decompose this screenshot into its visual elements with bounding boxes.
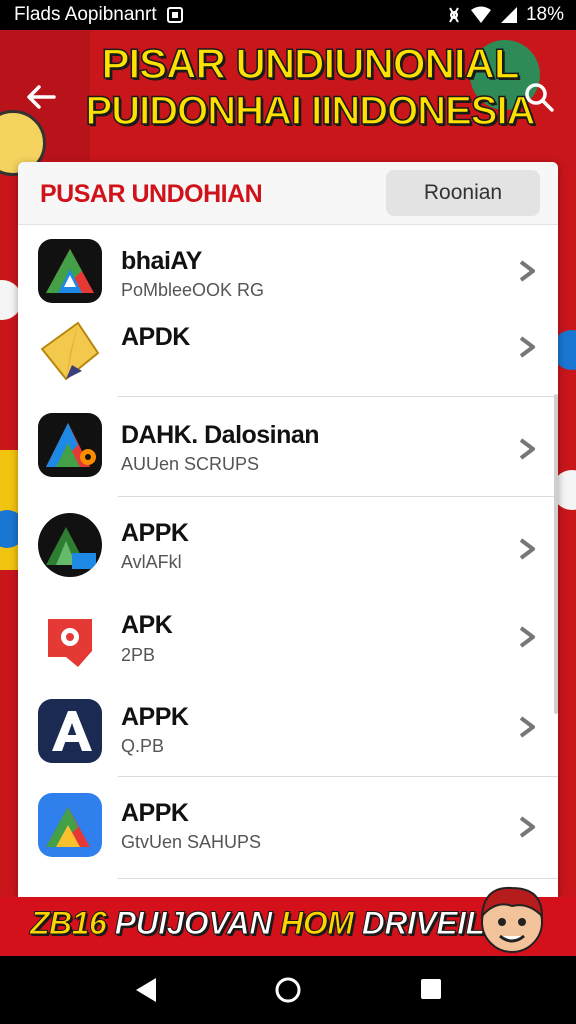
chevron-right-icon bbox=[519, 260, 535, 282]
chevron-right-icon bbox=[519, 716, 535, 738]
chevron-right-icon bbox=[519, 438, 535, 460]
top-app-bar: PISAR UNDIUNONIAL PUIDONHAI IINDONESIA bbox=[0, 30, 576, 160]
list-item[interactable]: APK 2PB bbox=[18, 597, 558, 691]
promo-prefix: ZB16 bbox=[29, 905, 107, 942]
app-subtitle: Q.PB bbox=[121, 736, 165, 756]
list-divider bbox=[118, 878, 558, 879]
battery-level: 18% bbox=[525, 4, 564, 25]
notification-icon bbox=[166, 7, 183, 23]
app-name: APDK bbox=[121, 323, 190, 351]
chevron-right-icon bbox=[519, 538, 535, 560]
nav-home-icon[interactable] bbox=[274, 976, 302, 1004]
list-item[interactable]: bhaiAY PoMbleeOOK RG bbox=[18, 225, 558, 313]
vibrate-icon bbox=[449, 7, 459, 23]
apk-blue-triangle-icon bbox=[38, 793, 102, 857]
mascot-face-icon bbox=[480, 886, 544, 953]
nav-back-icon[interactable] bbox=[134, 976, 160, 1004]
apk-triangle-gear-icon bbox=[38, 413, 102, 477]
app-subtitle: PoMbleeOOK RG bbox=[121, 280, 265, 300]
chevron-right-icon bbox=[519, 336, 535, 358]
app-name: APPK bbox=[121, 519, 189, 547]
app-name: bhaiAY bbox=[121, 247, 202, 275]
status-app-name: Flads Aopibnanrt bbox=[14, 4, 157, 25]
app-name: DAHK. Dalosinan bbox=[121, 421, 320, 449]
headline-line-2: PUIDONHAI IINDONESIA bbox=[85, 89, 536, 135]
chevron-right-icon bbox=[519, 816, 535, 838]
scrollbar[interactable] bbox=[554, 394, 558, 714]
chevron-right-icon bbox=[519, 626, 535, 648]
dialog-title: PUSAR UNDOHIAN bbox=[40, 180, 263, 208]
status-bar: Flads Aopibnanrt 18% bbox=[0, 0, 576, 30]
nav-recents-icon[interactable] bbox=[420, 978, 442, 1000]
page-headline: PISAR UNDIUNONIAL PUIDONHAI IINDONESIA bbox=[80, 39, 540, 135]
promo-part-1: PUIJOVAN bbox=[106, 905, 281, 942]
app-subtitle: AvlAFkl bbox=[121, 552, 182, 572]
signal-icon bbox=[500, 7, 517, 23]
app-subtitle: AUUen SCRUPS bbox=[121, 454, 260, 474]
red-pin-icon bbox=[38, 611, 102, 675]
list-item[interactable]: APPK AvlAFkl bbox=[18, 497, 558, 597]
system-nav-bar bbox=[0, 956, 576, 1024]
app-name: APPK bbox=[121, 703, 189, 731]
list-item[interactable]: APPK Q.PB bbox=[18, 691, 558, 777]
app-subtitle: 2PB bbox=[121, 645, 156, 665]
dialog-header: PUSAR UNDOHIAN Roonian bbox=[18, 162, 558, 225]
wifi-icon bbox=[470, 6, 491, 23]
paper-plane-icon bbox=[38, 319, 102, 383]
download-dialog: PUSAR UNDOHIAN Roonian bhaiAY PoMbleeOOK… bbox=[18, 162, 558, 897]
list-item[interactable]: DAHK. Dalosinan AUUen SCRUPS bbox=[18, 397, 558, 497]
app-subtitle: GtvUen SAHUPS bbox=[121, 832, 262, 852]
app-name: APK bbox=[121, 611, 173, 639]
list-item[interactable]: APDK bbox=[18, 313, 558, 397]
letter-a-icon bbox=[38, 699, 102, 763]
promo-text: ZB16 PUIJOVAN HOM DRIVEILS! bbox=[29, 905, 516, 942]
search-icon[interactable] bbox=[522, 80, 556, 114]
apk-triangle-icon bbox=[38, 239, 102, 303]
list-item[interactable]: APPK GtvUen SAHUPS bbox=[18, 777, 558, 879]
promo-part-2: HOM bbox=[280, 905, 355, 942]
dialog-header-button[interactable]: Roonian bbox=[386, 170, 540, 216]
back-arrow-icon[interactable] bbox=[24, 80, 58, 114]
apk-green-triangle-icon bbox=[38, 513, 102, 577]
headline-line-1: PISAR UNDIUNONIAL bbox=[101, 39, 521, 88]
app-name: APPK bbox=[121, 799, 189, 827]
